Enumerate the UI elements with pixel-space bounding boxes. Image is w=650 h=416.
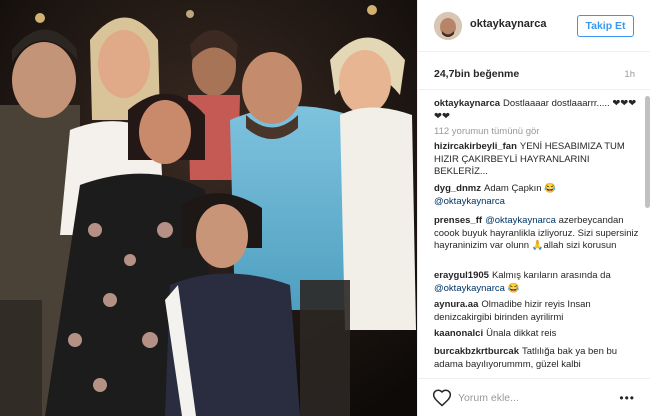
comment-item: dyg_dnmz Adam Çapkın 😂 @oktaykaynarca — [434, 183, 640, 208]
view-all-comments-link[interactable]: 112 yorumun tümünü gör — [434, 126, 539, 137]
post-photo[interactable] — [0, 0, 417, 416]
comment-input[interactable] — [458, 389, 608, 407]
comment-item: hizircakirbeyli_fan YENİ HESABIMIZA TUM H… — [434, 141, 640, 179]
post-time[interactable]: 1h — [624, 69, 635, 80]
comment-mention[interactable]: @oktaykaynarca — [434, 196, 505, 207]
comment-text: Adam Çapkın 😂 — [483, 183, 557, 194]
more-dots-icon[interactable]: ••• — [619, 391, 635, 405]
comment-item: kaanonalci Ünala dikkat reis — [434, 328, 640, 341]
avatar[interactable] — [434, 12, 462, 40]
comment-text: Ünala dikkat reis — [486, 328, 557, 339]
heart-outline-icon[interactable] — [432, 388, 452, 408]
caption-user[interactable]: oktaykaynarca — [434, 98, 500, 109]
post-stats: 24,7bin beğenme 1h — [418, 52, 650, 90]
comment-mention[interactable]: @oktaykaynarca 😂 — [434, 283, 519, 294]
likes-count[interactable]: 24,7bin beğenme — [434, 68, 519, 80]
username-link[interactable]: oktaykaynarca — [470, 18, 546, 30]
follow-button[interactable]: Takip Et — [577, 15, 634, 37]
comment-mention[interactable]: @oktaykaynarca — [485, 215, 556, 226]
comments-scrollbar[interactable] — [645, 96, 650, 208]
caption: oktaykaynarca Dostlaaaar dostlaaarrr.....… — [434, 98, 640, 123]
comment-text: Kalmış karıların arasında da — [491, 270, 611, 281]
avatar-image — [434, 12, 462, 40]
comment-item: prenses_ff @oktaykaynarca azerbeycandan c… — [434, 215, 640, 253]
post-header: oktaykaynarca Takip Et — [418, 0, 650, 52]
comment-user[interactable]: burcakbzkrtburcak — [434, 346, 519, 357]
add-comment-bar: ••• — [418, 378, 650, 416]
comment-user[interactable]: dyg_dnmz — [434, 183, 481, 194]
comment-user[interactable]: hizircakirbeyli_fan — [434, 141, 517, 152]
comment-item: burcakbzkrtburcak Tatlılığa bak ya ben bu… — [434, 346, 640, 371]
comment-user[interactable]: prenses_ff — [434, 215, 482, 226]
comment-item: aynura.aa Olmadibe hizir reyis Insan deni… — [434, 299, 640, 324]
comment-user[interactable]: kaanonalci — [434, 328, 483, 339]
comment-user[interactable]: eraygul1905 — [434, 270, 489, 281]
post-side-panel: oktaykaynarca Takip Et 24,7bin beğenme 1… — [417, 0, 650, 416]
comment-user[interactable]: aynura.aa — [434, 299, 478, 310]
post-photo-image — [0, 0, 417, 416]
comment-item: eraygul1905 Kalmış karıların arasında da … — [434, 270, 640, 295]
comments-list: oktaykaynarca Dostlaaaar dostlaaarrr.....… — [418, 90, 650, 378]
